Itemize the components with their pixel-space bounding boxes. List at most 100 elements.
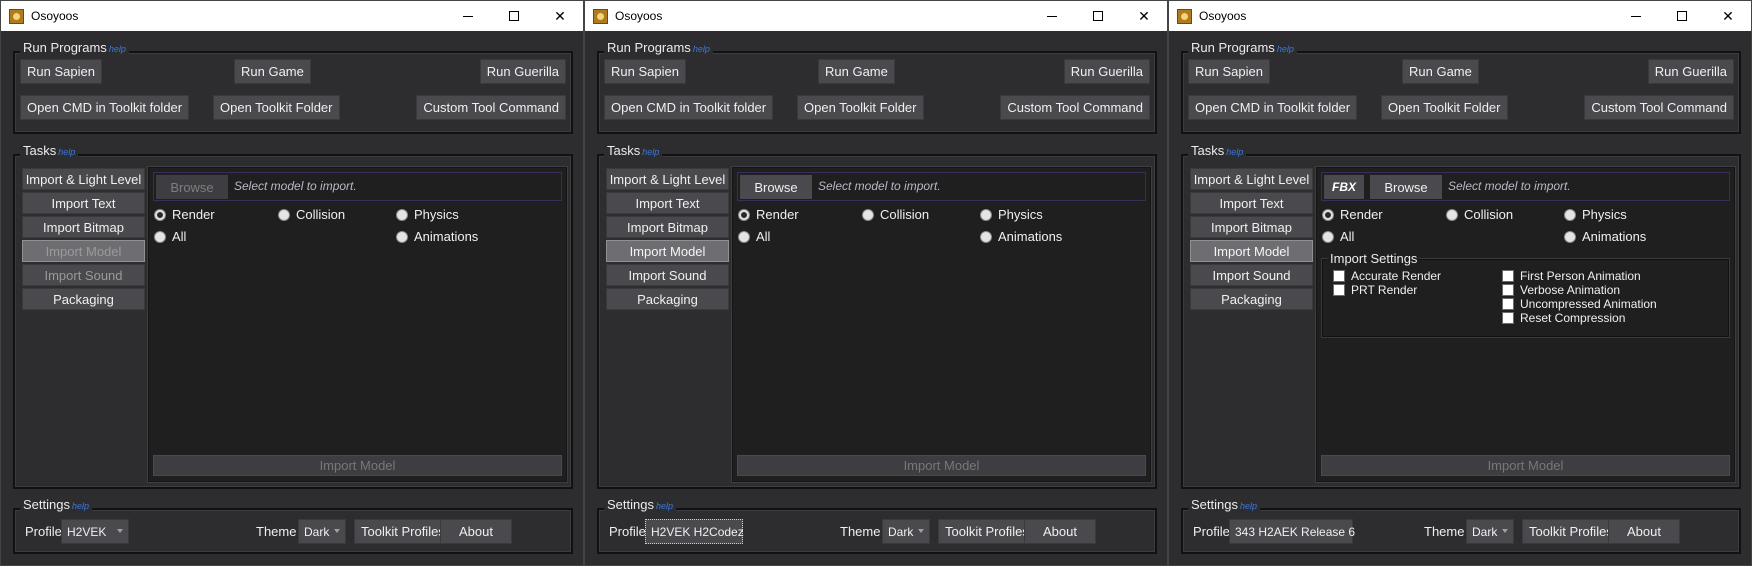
help-link[interactable]: help <box>1277 44 1294 54</box>
open-cmd-button[interactable]: Open CMD in Toolkit folder <box>20 95 190 120</box>
tab-import-text[interactable]: Import Text <box>606 192 729 214</box>
tab-import-sound[interactable]: Import Sound <box>1190 264 1313 286</box>
tab-import-model[interactable]: Import Model <box>606 240 729 262</box>
import-model-button[interactable]: Import Model <box>1321 455 1730 476</box>
about-button[interactable]: About <box>1608 519 1680 544</box>
about-button[interactable]: About <box>440 519 512 544</box>
profile-select[interactable]: H2VEK <box>61 519 129 544</box>
help-link[interactable]: help <box>58 147 75 157</box>
help-link[interactable]: help <box>1226 147 1243 157</box>
radio-collision[interactable]: Collision <box>1446 207 1513 222</box>
window-title: Osoyoos <box>1199 9 1247 23</box>
tab-packaging[interactable]: Packaging <box>1190 288 1313 310</box>
toolkit-profiles-button[interactable]: Toolkit Profiles <box>938 519 1036 544</box>
custom-tool-command-button[interactable]: Custom Tool Command <box>416 95 566 120</box>
radio-render[interactable]: Render <box>738 207 799 222</box>
minimize-button[interactable] <box>1613 1 1659 31</box>
minimize-button[interactable] <box>1029 1 1075 31</box>
run-sapien-button[interactable]: Run Sapien <box>1188 59 1270 84</box>
browse-button[interactable]: Browse <box>740 175 812 199</box>
theme-select[interactable]: Dark <box>298 519 346 544</box>
radio-all[interactable]: All <box>738 229 770 244</box>
checkbox-reset-compression[interactable]: Reset Compression <box>1502 311 1625 325</box>
radio-render[interactable]: Render <box>1322 207 1383 222</box>
tab-import-bitmap[interactable]: Import Bitmap <box>22 216 145 238</box>
model-path-field[interactable]: Select model to import. <box>234 179 357 193</box>
radio-collision[interactable]: Collision <box>278 207 345 222</box>
maximize-button[interactable] <box>491 1 537 31</box>
radio-animations[interactable]: Animations <box>396 229 478 244</box>
radio-animations[interactable]: Animations <box>1564 229 1646 244</box>
open-toolkit-folder-button[interactable]: Open Toolkit Folder <box>797 95 924 120</box>
tab-import-sound[interactable]: Import Sound <box>606 264 729 286</box>
help-link[interactable]: help <box>109 44 126 54</box>
radio-all[interactable]: All <box>154 229 186 244</box>
help-link[interactable]: help <box>1240 501 1257 511</box>
maximize-button[interactable] <box>1659 1 1705 31</box>
profile-select[interactable]: 343 H2AEK Release 6 <box>1229 519 1355 544</box>
model-path-field[interactable]: Select model to import. <box>1448 179 1571 193</box>
tab-import-bitmap[interactable]: Import Bitmap <box>606 216 729 238</box>
custom-tool-command-button[interactable]: Custom Tool Command <box>1000 95 1150 120</box>
tab-packaging[interactable]: Packaging <box>606 288 729 310</box>
tab-import-model[interactable]: Import Model <box>1190 240 1313 262</box>
checkbox-verbose-animation[interactable]: Verbose Animation <box>1502 283 1620 297</box>
app-window-1: Osoyoos ✕ Run Programs help Run Sapien Ru… <box>0 0 584 566</box>
custom-tool-command-button[interactable]: Custom Tool Command <box>1584 95 1734 120</box>
run-game-button[interactable]: Run Game <box>818 59 895 84</box>
checkbox-prt-render[interactable]: PRT Render <box>1333 283 1417 297</box>
radio-collision[interactable]: Collision <box>862 207 929 222</box>
fbx-button[interactable]: FBX <box>1324 175 1364 199</box>
theme-select[interactable]: Dark <box>882 519 930 544</box>
checkbox-accurate-render[interactable]: Accurate Render <box>1333 269 1441 283</box>
app-icon <box>593 8 608 24</box>
radio-render[interactable]: Render <box>154 207 215 222</box>
radio-physics[interactable]: Physics <box>396 207 459 222</box>
run-guerilla-button[interactable]: Run Guerilla <box>479 59 566 84</box>
tab-import-model[interactable]: Import Model <box>22 240 145 262</box>
tab-packaging[interactable]: Packaging <box>22 288 145 310</box>
tab-import-sound[interactable]: Import Sound <box>22 264 145 286</box>
radio-physics[interactable]: Physics <box>1564 207 1627 222</box>
radio-all[interactable]: All <box>1322 229 1354 244</box>
import-model-button[interactable]: Import Model <box>737 455 1146 476</box>
import-model-button[interactable]: Import Model <box>153 455 562 476</box>
checkbox-first-person-animation[interactable]: First Person Animation <box>1502 269 1641 283</box>
maximize-button[interactable] <box>1075 1 1121 31</box>
checkbox-uncompressed-animation[interactable]: Uncompressed Animation <box>1502 297 1657 311</box>
run-guerilla-button[interactable]: Run Guerilla <box>1063 59 1150 84</box>
theme-select[interactable]: Dark <box>1466 519 1514 544</box>
run-game-button[interactable]: Run Game <box>1402 59 1479 84</box>
radio-physics[interactable]: Physics <box>980 207 1043 222</box>
close-button[interactable]: ✕ <box>1705 1 1751 31</box>
profile-select[interactable]: H2VEK H2Codez <box>645 519 744 544</box>
help-link[interactable]: help <box>642 147 659 157</box>
help-link[interactable]: help <box>72 501 89 511</box>
minimize-button[interactable] <box>445 1 491 31</box>
open-cmd-button[interactable]: Open CMD in Toolkit folder <box>1188 95 1358 120</box>
run-sapien-button[interactable]: Run Sapien <box>20 59 102 84</box>
close-button[interactable]: ✕ <box>537 1 583 31</box>
toolkit-profiles-button[interactable]: Toolkit Profiles <box>354 519 452 544</box>
close-button[interactable]: ✕ <box>1121 1 1167 31</box>
tab-import-light-level[interactable]: Import & Light Level <box>1190 168 1313 190</box>
tab-import-bitmap[interactable]: Import Bitmap <box>1190 216 1313 238</box>
browse-button[interactable]: Browse <box>156 175 228 199</box>
tab-import-text[interactable]: Import Text <box>22 192 145 214</box>
open-toolkit-folder-button[interactable]: Open Toolkit Folder <box>1381 95 1508 120</box>
tab-import-text[interactable]: Import Text <box>1190 192 1313 214</box>
open-toolkit-folder-button[interactable]: Open Toolkit Folder <box>213 95 340 120</box>
help-link[interactable]: help <box>693 44 710 54</box>
browse-button[interactable]: Browse <box>1370 175 1442 199</box>
tab-import-light-level[interactable]: Import & Light Level <box>606 168 729 190</box>
toolkit-profiles-button[interactable]: Toolkit Profiles <box>1522 519 1620 544</box>
run-game-button[interactable]: Run Game <box>234 59 311 84</box>
radio-animations[interactable]: Animations <box>980 229 1062 244</box>
model-path-field[interactable]: Select model to import. <box>818 179 941 193</box>
tab-import-light-level[interactable]: Import & Light Level <box>22 168 145 190</box>
open-cmd-button[interactable]: Open CMD in Toolkit folder <box>604 95 774 120</box>
about-button[interactable]: About <box>1024 519 1096 544</box>
run-sapien-button[interactable]: Run Sapien <box>604 59 686 84</box>
run-guerilla-button[interactable]: Run Guerilla <box>1647 59 1734 84</box>
help-link[interactable]: help <box>656 501 673 511</box>
